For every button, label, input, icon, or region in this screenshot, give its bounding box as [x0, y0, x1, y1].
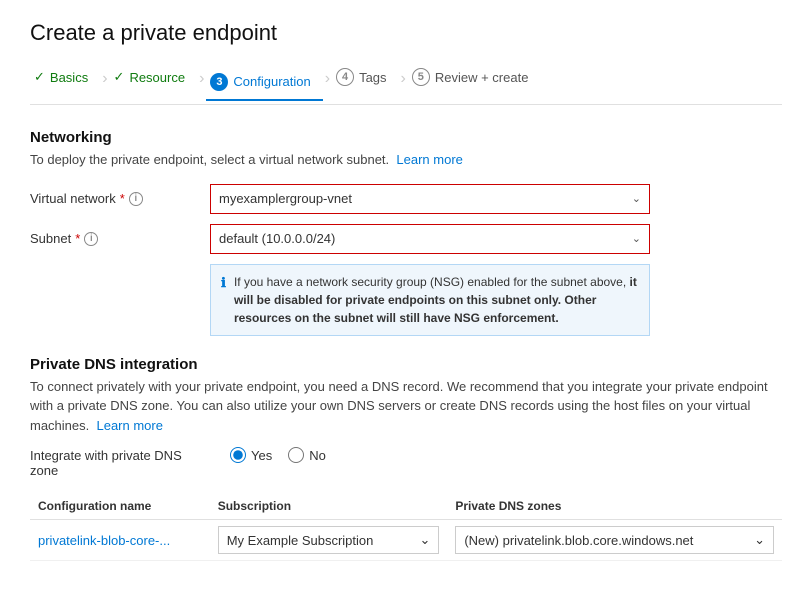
dns-zone-cell: (New) privatelink.blob.core.windows.net … — [447, 520, 782, 561]
chevron-down-icon-dns: ⌄ — [754, 532, 765, 548]
step-resource-label: Resource — [129, 70, 185, 85]
subnet-info-icon[interactable]: i — [84, 232, 98, 246]
networking-desc: To deploy the private endpoint, select a… — [30, 150, 782, 170]
separator-1: › — [100, 70, 109, 88]
table-row: privatelink-blob-core-... My Example Sub… — [30, 520, 782, 561]
networking-section: Networking To deploy the private endpoin… — [30, 129, 782, 336]
separator-3: › — [323, 70, 332, 88]
step-tags[interactable]: 4 Tags — [332, 64, 398, 94]
subnet-label: Subnet * i — [30, 231, 210, 246]
nsg-info-banner: ℹ If you have a network security group (… — [210, 264, 650, 336]
virtual-network-info-icon[interactable]: i — [129, 192, 143, 206]
subscription-cell: My Example Subscription ⌄ — [210, 520, 448, 561]
check-icon-2: ✓ — [114, 69, 125, 85]
step-configuration-label: Configuration — [233, 74, 310, 89]
step-basics[interactable]: ✓ Basics — [30, 65, 100, 93]
subscription-select[interactable]: My Example Subscription ⌄ — [218, 526, 440, 554]
step-resource[interactable]: ✓ Resource — [110, 65, 198, 93]
virtual-network-select[interactable]: myexamplergroup-vnet ⌄ — [210, 184, 650, 214]
subnet-value: default (10.0.0.0/24) — [219, 231, 335, 246]
step-tags-label: Tags — [359, 70, 386, 85]
chevron-down-icon-2: ⌄ — [632, 232, 641, 245]
subnet-row: Subnet * i default (10.0.0.0/24) ⌄ — [30, 224, 782, 254]
radio-yes-text: Yes — [251, 448, 272, 463]
step-tags-number: 4 — [336, 68, 354, 86]
dns-zone-select[interactable]: (New) privatelink.blob.core.windows.net … — [455, 526, 774, 554]
radio-yes-label[interactable]: Yes — [230, 447, 272, 463]
dns-table: Configuration name Subscription Private … — [30, 493, 782, 561]
dns-section-desc: To connect privately with your private e… — [30, 377, 782, 436]
check-icon: ✓ — [34, 69, 45, 85]
step-review-number: 5 — [412, 68, 430, 86]
step-configuration-number: 3 — [210, 73, 228, 91]
nsg-info-text: If you have a network security group (NS… — [234, 273, 639, 327]
virtual-network-value: myexamplergroup-vnet — [219, 191, 352, 206]
config-name-cell: privatelink-blob-core-... — [30, 520, 210, 561]
col-config-header: Configuration name — [30, 493, 210, 520]
col-sub-header: Subscription — [210, 493, 448, 520]
required-star: * — [120, 191, 125, 206]
dns-section-title: Private DNS integration — [30, 356, 782, 373]
col-dns-header: Private DNS zones — [447, 493, 782, 520]
chevron-down-icon-sub: ⌄ — [419, 532, 430, 548]
integrate-label: Integrate with private DNS zone — [30, 448, 210, 478]
integrate-radio-group: Yes No — [230, 447, 326, 463]
virtual-network-label: Virtual network * i — [30, 191, 210, 206]
required-star-2: * — [75, 231, 80, 246]
step-review-label: Review + create — [435, 70, 529, 85]
dns-zone-value: (New) privatelink.blob.core.windows.net — [464, 533, 693, 548]
separator-4: › — [399, 70, 408, 88]
separator-2: › — [197, 70, 206, 88]
subnet-select[interactable]: default (10.0.0.0/24) ⌄ — [210, 224, 650, 254]
step-basics-label: Basics — [50, 70, 88, 85]
step-review[interactable]: 5 Review + create — [408, 64, 541, 94]
dns-table-header: Configuration name Subscription Private … — [30, 493, 782, 520]
radio-no-label[interactable]: No — [288, 447, 326, 463]
step-configuration[interactable]: 3 Configuration — [206, 69, 322, 101]
dns-section: Private DNS integration To connect priva… — [30, 356, 782, 562]
info-circle-icon: ℹ — [221, 273, 226, 327]
virtual-network-row: Virtual network * i myexamplergroup-vnet… — [30, 184, 782, 214]
chevron-down-icon: ⌄ — [632, 192, 641, 205]
integrate-row: Integrate with private DNS zone Yes No — [30, 447, 782, 479]
radio-yes[interactable] — [230, 447, 246, 463]
wizard-steps: ✓ Basics › ✓ Resource › 3 Configuration … — [30, 64, 782, 105]
radio-no-text: No — [309, 448, 326, 463]
radio-no[interactable] — [288, 447, 304, 463]
config-name-value: privatelink-blob-core-... — [38, 533, 170, 548]
dns-learn-more[interactable]: Learn more — [96, 418, 162, 433]
networking-learn-more[interactable]: Learn more — [396, 152, 462, 167]
networking-title: Networking — [30, 129, 782, 146]
page-title: Create a private endpoint — [30, 20, 782, 46]
subscription-value: My Example Subscription — [227, 533, 374, 548]
